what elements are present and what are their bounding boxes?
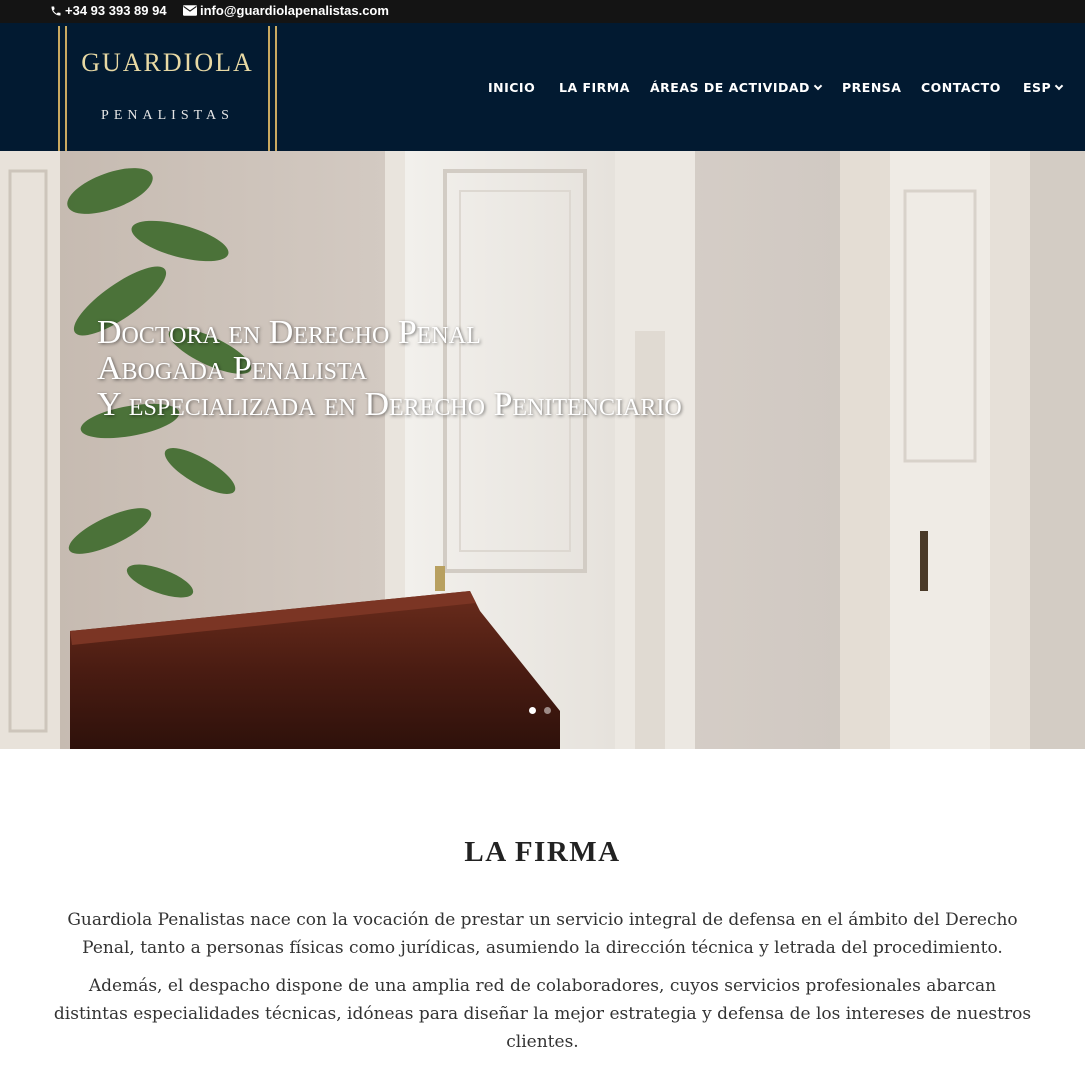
- envelope-icon: [183, 5, 197, 16]
- slider-dot-2[interactable]: [544, 707, 551, 714]
- nav-label: INICIO: [488, 80, 536, 95]
- logo-name: GUARDIOLA: [81, 48, 254, 77]
- top-bar: +34 93 393 89 94 info@guardiolapenalista…: [0, 0, 1085, 23]
- section-title: LA FIRMA: [464, 836, 621, 868]
- phone-number: +34 93 393 89 94: [65, 3, 167, 18]
- site-logo[interactable]: GUARDIOLA PENALISTAS: [58, 26, 277, 151]
- hero-headline: Doctora en Derecho Penal Abogada Penalis…: [97, 315, 682, 423]
- nav-item-inicio[interactable]: INICIO: [488, 80, 535, 95]
- nav-item-la-firma[interactable]: LA FIRMA: [559, 80, 630, 95]
- nav-item-prensa[interactable]: PRENSA: [842, 80, 901, 95]
- phone-link[interactable]: +34 93 393 89 94: [50, 3, 167, 18]
- logo-rule: [268, 26, 270, 151]
- slider-dot-1[interactable]: [529, 707, 536, 714]
- chevron-down-icon: [813, 81, 823, 90]
- hero-line: Doctora en Derecho Penal: [97, 314, 481, 351]
- phone-icon: [51, 6, 61, 15]
- nav-item-areas[interactable]: ÁREAS DE ACTIVIDAD: [650, 80, 823, 95]
- logo-rule: [65, 26, 67, 151]
- logo-rule: [58, 26, 60, 151]
- email-link[interactable]: info@guardiolapenalistas.com: [183, 3, 389, 18]
- nav-label: LA FIRMA: [559, 80, 630, 95]
- nav-item-language[interactable]: ESP: [1023, 80, 1064, 95]
- chevron-down-icon: [1054, 81, 1064, 90]
- slider-dots: [529, 707, 551, 714]
- nav-label: ÁREAS DE ACTIVIDAD: [650, 80, 810, 95]
- hero-line: Abogada Penalista: [97, 350, 368, 387]
- hero-line: Y especializada en Derecho Penitenciario: [97, 386, 682, 423]
- email-address: info@guardiolapenalistas.com: [200, 3, 389, 18]
- nav-label: ESP: [1023, 80, 1052, 95]
- nav-item-contacto[interactable]: CONTACTO: [921, 80, 1001, 95]
- nav-label: PRENSA: [842, 80, 902, 95]
- section-paragraph-1: Guardiola Penalistas nace con la vocació…: [67, 910, 1018, 958]
- nav-label: CONTACTO: [921, 80, 1001, 95]
- logo-subtitle: PENALISTAS: [101, 108, 234, 123]
- section-paragraph-2: Además, el despacho dispone de una ampli…: [53, 976, 1032, 1052]
- logo-rule: [275, 26, 277, 151]
- hero-slider: Doctora en Derecho Penal Abogada Penalis…: [0, 151, 1085, 749]
- hero-photo: [0, 151, 1085, 749]
- site-header: GUARDIOLA PENALISTAS INICIO LA FIRMA ÁRE…: [0, 23, 1085, 151]
